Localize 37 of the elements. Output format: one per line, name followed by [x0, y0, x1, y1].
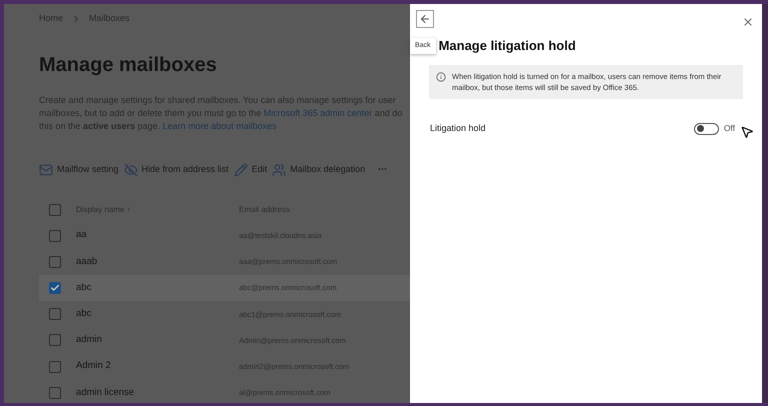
admin-center-link[interactable]: Microsoft 365 admin center: [264, 108, 372, 118]
table-cell-text: admin license: [76, 386, 136, 400]
learn-more-link[interactable]: Learn more about mailboxes: [162, 120, 277, 130]
checkbox[interactable]: [49, 230, 61, 242]
checkbox[interactable]: [49, 360, 61, 373]
mail-icon: [39, 162, 53, 176]
toggle-state-text: Off: [724, 122, 735, 135]
info-icon: [436, 72, 446, 82]
more-button[interactable]: ···: [370, 162, 388, 176]
toolbar-button[interactable]: Edit: [234, 162, 268, 176]
checkbox[interactable]: [49, 256, 61, 268]
toggle-switch[interactable]: [694, 122, 719, 134]
table-cell-text: aa: [76, 228, 88, 242]
checkbox[interactable]: [49, 334, 61, 346]
eye-off-icon: [124, 162, 138, 176]
table-cell-text: abc: [76, 280, 92, 295]
toolbar-button[interactable]: Hide from address list: [124, 162, 229, 176]
panel-title: Manage litigation hold: [438, 37, 576, 55]
setting-label: Litigation hold: [430, 122, 486, 135]
table-cell-text: admin: [76, 333, 103, 348]
toolbar-button[interactable]: Mailbox delegation: [272, 162, 366, 176]
page-title: Manage mailboxes: [39, 52, 218, 78]
pencil-icon: [234, 162, 248, 176]
cursor-icon: [740, 124, 754, 138]
close-button[interactable]: [742, 16, 754, 28]
checkbox[interactable]: [49, 308, 61, 320]
back-button[interactable]: [416, 10, 434, 28]
back-arrow-icon: [419, 13, 431, 25]
checkbox[interactable]: [49, 386, 61, 399]
checkbox[interactable]: [49, 204, 61, 216]
table-cell-text: Admin 2: [76, 359, 112, 374]
checkbox[interactable]: [49, 282, 61, 294]
table-cell-text: aaab: [76, 254, 98, 269]
close-icon: [742, 16, 754, 28]
users-icon: [272, 162, 286, 176]
toolbar-button[interactable]: Mailflow setting: [39, 162, 119, 176]
table-cell-text: abc: [76, 307, 92, 322]
